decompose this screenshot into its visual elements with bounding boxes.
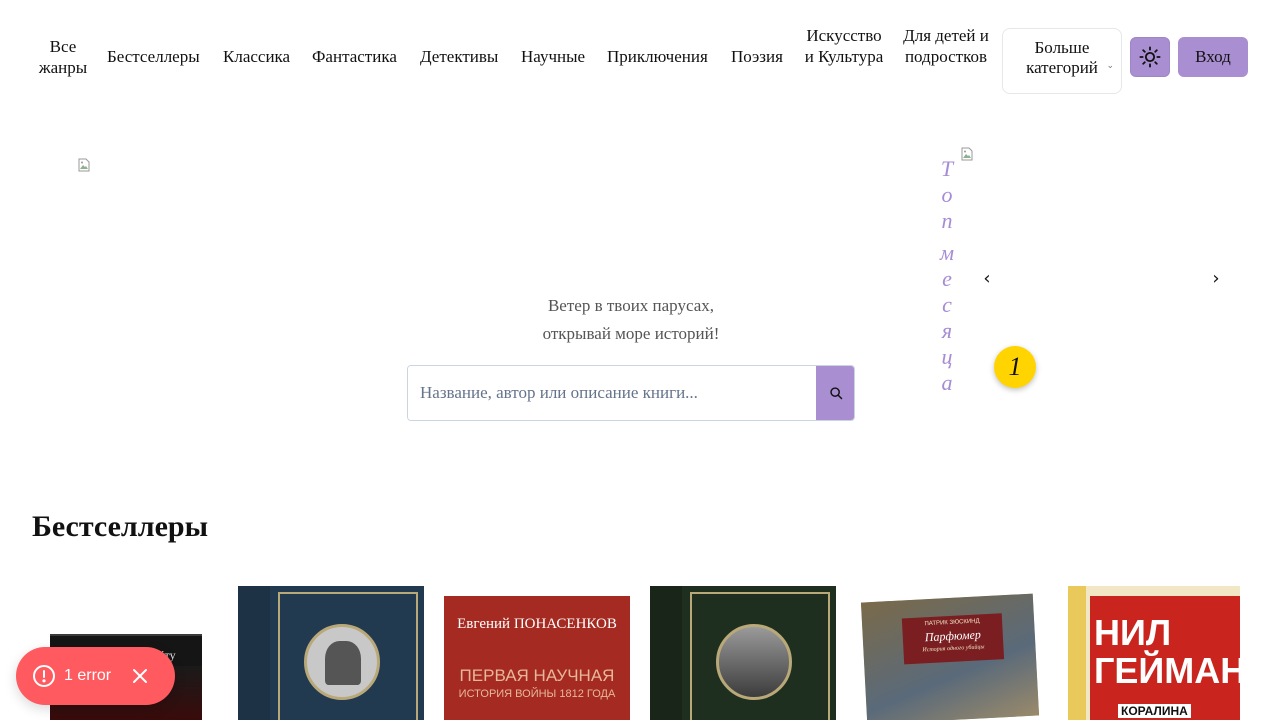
nav-item-bestsellers[interactable]: Бестселлеры — [107, 46, 200, 67]
more-categories-button[interactable]: Больше категорий ⌄ — [1002, 28, 1122, 94]
top-month-letter: п — [941, 208, 953, 233]
error-toast[interactable]: 1 error — [16, 647, 175, 705]
alert-circle-icon — [33, 665, 55, 687]
book-card-2[interactable] — [238, 586, 424, 720]
book-cover-illustration — [304, 624, 380, 700]
book-cover-title: ПЕРВАЯ НАУЧНАЯ — [459, 666, 615, 685]
hero-tagline-line1: Ветер в твоих парусах, — [547, 296, 715, 315]
close-toast-button[interactable] — [128, 664, 152, 688]
book-cover-author: НИЛ ГЕЙМАН — [1094, 612, 1240, 691]
section-title-bestsellers: Бестселлеры — [32, 510, 209, 543]
top-month-letter: Т — [940, 156, 954, 181]
nav-item-science[interactable]: Научные — [521, 46, 585, 67]
book-cover-author: Евгений ПОНАСЕНКОВ — [457, 616, 617, 632]
book-spine — [1068, 586, 1086, 720]
nav-item-detectives[interactable]: Детективы — [420, 46, 498, 67]
book-card-6[interactable]: НИЛ ГЕЙМАН КОРАЛИНА — [1068, 586, 1240, 720]
book-cover-label: ПАТРИК ЗЮСКИНД Парфюмер История одного у… — [901, 613, 1005, 665]
search-bar — [407, 365, 855, 421]
chevron-down-icon: ⌄ — [1106, 61, 1114, 71]
broken-image-icon — [78, 158, 90, 172]
book-cover-illustration — [716, 624, 792, 700]
book-spine — [238, 586, 270, 720]
book-cover-title: КОРАЛИНА — [1118, 704, 1191, 718]
nav-item-all-genres[interactable]: Все жанры — [34, 36, 92, 78]
close-icon — [133, 669, 147, 683]
nav-item-poetry[interactable]: Поэзия — [731, 46, 783, 67]
nav-item-kids-teens[interactable]: Для детей и подростков — [898, 25, 994, 67]
nav-item-art-culture[interactable]: Искусство и Культура — [800, 25, 888, 67]
book-card-4[interactable] — [650, 586, 836, 720]
error-toast-text: 1 error — [64, 667, 112, 684]
book-card-3[interactable]: Евгений ПОНАСЕНКОВ ПЕРВАЯ НАУЧНАЯ ИСТОРИ… — [444, 596, 630, 720]
top-month-letter: о — [941, 182, 953, 207]
top-navigation: Все жанры Бестселлеры Классика Фантастик… — [0, 0, 1280, 112]
nav-item-sci-fi[interactable]: Фантастика — [312, 46, 397, 67]
sun-icon — [1139, 46, 1161, 68]
carousel-next-button[interactable]: › — [1206, 266, 1226, 290]
broken-image-icon — [961, 147, 973, 161]
top-month-label: Топмесяца — [935, 156, 959, 396]
top-month-letter: е — [942, 266, 952, 291]
top-month-letter: я — [941, 318, 953, 343]
search-input[interactable] — [408, 366, 816, 420]
more-categories-label: Больше категорий — [1026, 38, 1098, 77]
theme-toggle-button[interactable] — [1130, 37, 1170, 77]
rank-badge: 1 — [994, 346, 1036, 388]
login-button[interactable]: Вход — [1178, 37, 1248, 77]
nav-item-classics[interactable]: Классика — [223, 46, 290, 67]
top-month-letter: с — [942, 292, 952, 317]
top-month-letter: а — [941, 370, 953, 395]
search-icon — [830, 387, 843, 400]
book-card-5[interactable]: ПАТРИК ЗЮСКИНД Парфюмер История одного у… — [860, 593, 1040, 720]
top-month-letter: м — [939, 240, 955, 265]
top-month-letter: ц — [941, 344, 953, 369]
book-spine — [650, 586, 682, 720]
nav-item-adventures[interactable]: Приключения — [607, 46, 708, 67]
book-cover-subtitle: ИСТОРИЯ ВОЙНЫ 1812 ГОДА — [458, 688, 616, 700]
carousel-prev-button[interactable]: ‹ — [977, 266, 997, 290]
hero-tagline-line2: открывай море историй! — [542, 324, 720, 343]
search-button[interactable] — [816, 366, 854, 420]
